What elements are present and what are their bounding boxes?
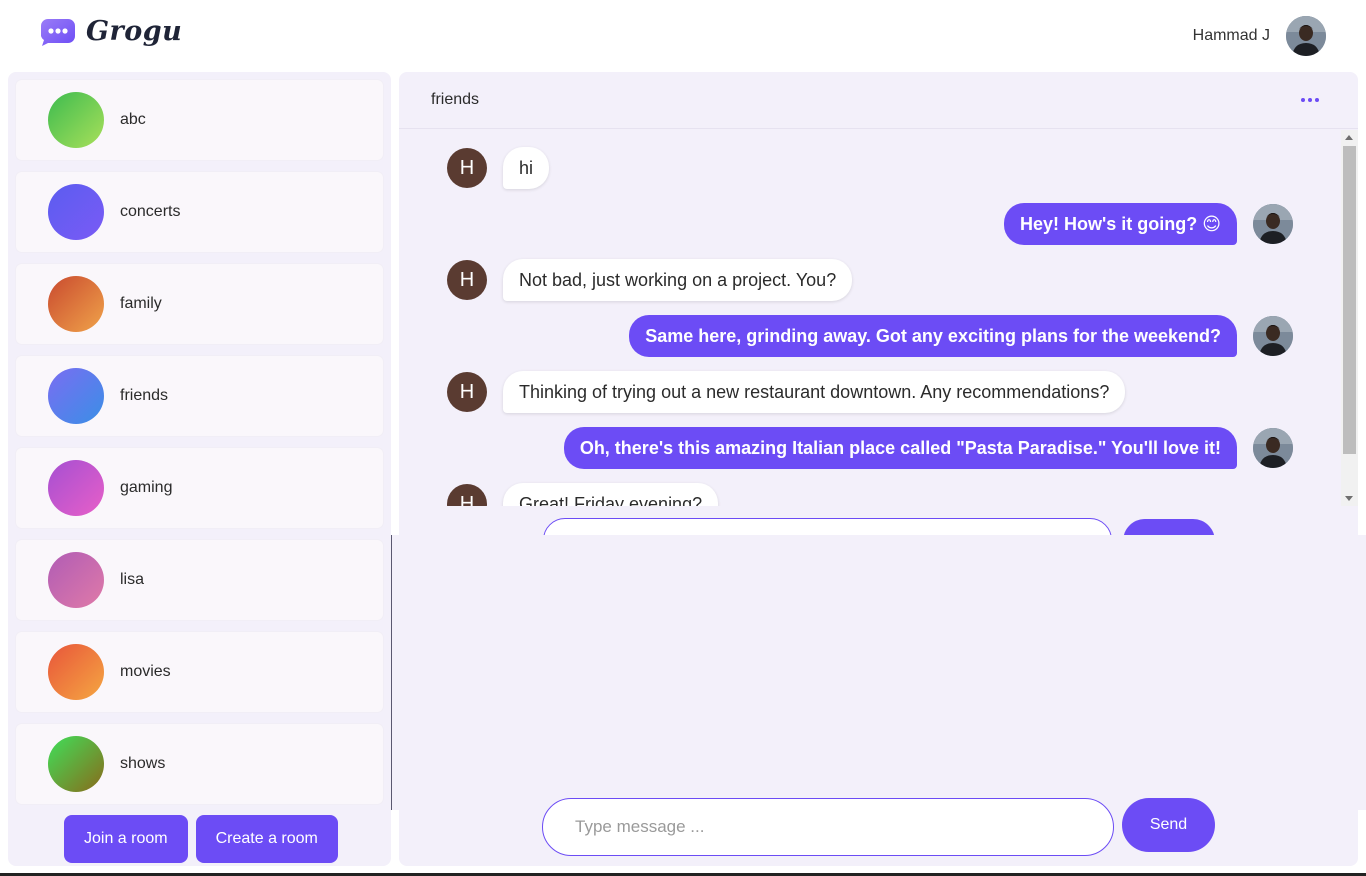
- room-name: gaming: [120, 479, 173, 496]
- room-name: abc: [120, 111, 146, 128]
- scroll-up-arrow-icon[interactable]: [1345, 135, 1353, 140]
- room-item-movies[interactable]: movies: [16, 632, 383, 712]
- incoming-message: H Not bad, just working on a project. You…: [447, 259, 853, 301]
- message-text: Thinking of trying out a new restaurant …: [503, 371, 1126, 413]
- sender-avatar: H: [447, 148, 487, 188]
- message-text: Great! Friday evening?: [503, 483, 719, 506]
- user-name: Hammad J: [1192, 27, 1270, 44]
- join-room-button[interactable]: Join a room: [64, 815, 188, 863]
- room-item-concerts[interactable]: concerts: [16, 172, 383, 252]
- app-name: Grogu: [86, 16, 183, 47]
- sender-avatar: H: [447, 484, 487, 506]
- room-actions: Join a room Create a room: [64, 815, 338, 863]
- room-name: friends: [120, 387, 169, 404]
- user-photo-icon: [1286, 16, 1326, 56]
- room-item-abc[interactable]: abc: [16, 80, 383, 160]
- room-avatar: [48, 552, 104, 608]
- room-item-shows[interactable]: shows: [16, 724, 383, 804]
- chat-bubble-logo-icon: [41, 18, 75, 46]
- room-name: movies: [120, 663, 171, 680]
- user-avatar[interactable]: [1286, 16, 1326, 56]
- sender-avatar: H: [447, 372, 487, 412]
- room-item-family[interactable]: family: [16, 264, 383, 344]
- scroll-down-arrow-icon[interactable]: [1345, 496, 1353, 501]
- create-room-button[interactable]: Create a room: [195, 815, 338, 863]
- my-avatar: [1253, 204, 1293, 244]
- my-avatar: [1253, 316, 1293, 356]
- incoming-message: H Great! Friday evening?: [447, 483, 719, 506]
- room-avatar: [48, 368, 104, 424]
- send-button[interactable]: Send: [1122, 798, 1215, 852]
- room-name: concerts: [120, 203, 181, 220]
- message-text: Not bad, just working on a project. You?: [503, 259, 853, 301]
- outgoing-message: Same here, grinding away. Got any exciti…: [629, 315, 1293, 357]
- incoming-message: H Thinking of trying out a new restaurant…: [447, 371, 1126, 413]
- room-avatar: [48, 644, 104, 700]
- overlay-panel: [391, 535, 1366, 810]
- more-options-icon[interactable]: [1298, 92, 1322, 108]
- scroll-thumb[interactable]: [1343, 146, 1356, 454]
- room-list: abc concerts family friends gaming lisa movies…: [16, 80, 383, 816]
- message-text: Hey! How's it going? 😊: [1003, 203, 1237, 245]
- room-avatar: [48, 184, 104, 240]
- room-name: family: [120, 295, 162, 312]
- message-text: Oh, there's this amazing Italian place c…: [563, 427, 1237, 469]
- room-item-lisa[interactable]: lisa: [16, 540, 383, 620]
- app-root: Grogu Hammad J abc concerts family friends g…: [0, 0, 1366, 876]
- user-menu[interactable]: Hammad J: [1193, 16, 1326, 56]
- room-avatar: [48, 276, 104, 332]
- outgoing-message: Oh, there's this amazing Italian place c…: [563, 427, 1293, 469]
- chat-title: friends: [431, 91, 480, 108]
- app-logo[interactable]: Grogu: [40, 16, 182, 47]
- chat-header: friends: [399, 72, 1358, 129]
- message-text: Same here, grinding away. Got any exciti…: [629, 315, 1237, 357]
- room-name: shows: [120, 755, 166, 772]
- incoming-message: Hhi: [447, 147, 550, 189]
- room-avatar: [48, 92, 104, 148]
- message-text: hi: [503, 147, 550, 189]
- sender-avatar: H: [447, 260, 487, 300]
- message-list[interactable]: Hhi Hey! How's it going? 😊 H Not bad, just …: [399, 130, 1358, 506]
- outgoing-message: Hey! How's it going? 😊: [1003, 203, 1293, 245]
- message-scrollbar[interactable]: [1341, 130, 1358, 506]
- top-header: Grogu Hammad J: [0, 0, 1366, 72]
- my-avatar: [1253, 428, 1293, 468]
- room-item-friends[interactable]: friends: [16, 356, 383, 436]
- room-avatar: [48, 460, 104, 516]
- message-composer: Send: [542, 798, 1242, 858]
- message-input[interactable]: [542, 798, 1114, 856]
- room-item-gaming[interactable]: gaming: [16, 448, 383, 528]
- room-avatar: [48, 736, 104, 792]
- room-name: lisa: [120, 571, 145, 588]
- rooms-sidebar: abc concerts family friends gaming lisa movies…: [8, 72, 391, 866]
